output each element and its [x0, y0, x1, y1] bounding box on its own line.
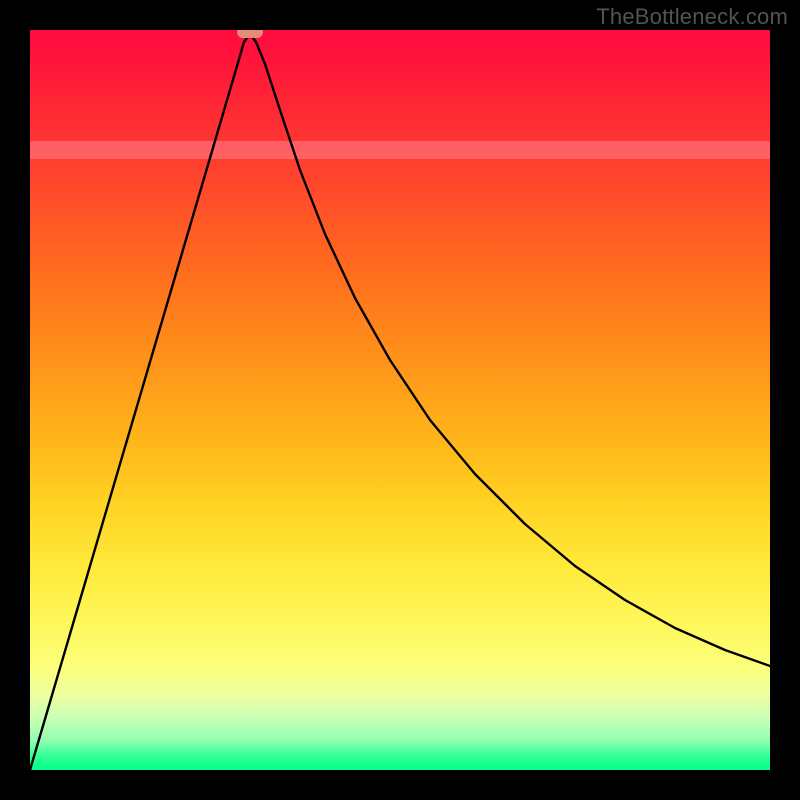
- bottleneck-curve: [30, 30, 770, 770]
- chart-frame: TheBottleneck.com: [0, 0, 800, 800]
- plot-area: [30, 30, 770, 770]
- watermark-text: TheBottleneck.com: [596, 4, 788, 30]
- minimum-marker: [237, 30, 263, 38]
- curve-path: [30, 34, 770, 770]
